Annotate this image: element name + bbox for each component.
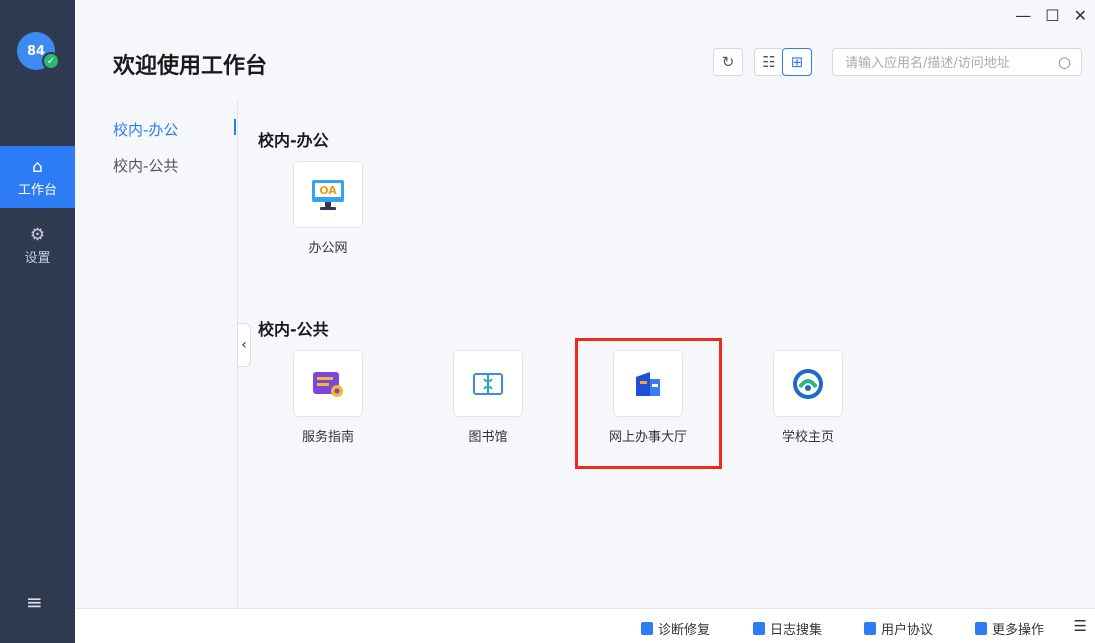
more-icon bbox=[975, 622, 987, 635]
search-input[interactable] bbox=[845, 53, 1045, 73]
app-tile[interactable] bbox=[293, 350, 363, 417]
service-guide-icon bbox=[313, 371, 343, 397]
rail-item-settings[interactable]: ⚙ 设置 bbox=[0, 214, 75, 276]
hamburger-menu-icon[interactable]: ≡ bbox=[26, 590, 48, 614]
home-icon: ⌂ bbox=[32, 156, 43, 177]
list-view-button[interactable]: ☷ bbox=[754, 48, 784, 76]
app-label: 办公网 bbox=[308, 241, 348, 256]
highlight-box bbox=[575, 338, 722, 469]
oa-monitor-icon: OA bbox=[312, 179, 344, 210]
bottom-item-label: 日志搜集 bbox=[770, 623, 823, 638]
bottom-item-label: 诊断修复 bbox=[658, 623, 711, 638]
app-tile[interactable]: OA bbox=[293, 161, 363, 228]
app-school-homepage[interactable]: 学校主页 bbox=[753, 350, 863, 445]
app-oa[interactable]: OA 办公网 bbox=[273, 161, 383, 256]
app-label: 学校主页 bbox=[781, 430, 834, 445]
rail-item-label: 设置 bbox=[24, 250, 51, 266]
bottom-item-label: 更多操作 bbox=[992, 623, 1045, 638]
library-book-icon bbox=[473, 372, 503, 395]
indent-menu-icon[interactable]: ☰ bbox=[1074, 617, 1087, 635]
svg-text:OA: OA bbox=[319, 184, 337, 197]
rail-item-label: 工作台 bbox=[17, 182, 57, 198]
active-category-indicator bbox=[234, 119, 236, 135]
bottom-bar: 诊断修复 日志搜集 用户协议 更多操作 ☰ bbox=[75, 608, 1095, 643]
page-title: 欢迎使用工作台 bbox=[113, 54, 268, 79]
app-label: 图书馆 bbox=[468, 430, 508, 445]
collect-logs-button[interactable]: 日志搜集 bbox=[753, 619, 822, 638]
app-tile[interactable] bbox=[773, 350, 843, 417]
window-controls: — ☐ ✕ bbox=[1015, 6, 1087, 25]
agreement-icon bbox=[864, 622, 876, 635]
grid-view-icon: ⊞ bbox=[790, 53, 804, 71]
app-tile[interactable] bbox=[453, 350, 523, 417]
list-view-icon: ☷ bbox=[762, 53, 776, 71]
refresh-button[interactable]: ↻ bbox=[713, 48, 743, 76]
section-title-office: 校内-办公 bbox=[258, 131, 329, 150]
grid-view-button[interactable]: ⊞ bbox=[782, 48, 812, 76]
left-rail: 84 ✓ ⌂ 工作台 ⚙ 设置 ≡ bbox=[0, 0, 75, 643]
user-agreement-button[interactable]: 用户协议 bbox=[864, 619, 933, 638]
collapse-sidebar-button[interactable]: ‹ bbox=[237, 323, 251, 367]
close-icon[interactable]: ✕ bbox=[1074, 6, 1087, 25]
app-service-guide[interactable]: 服务指南 bbox=[273, 350, 383, 445]
search-box: ○ bbox=[832, 48, 1082, 76]
medkit-icon bbox=[641, 622, 653, 635]
category-public[interactable]: 校内-公共 bbox=[113, 155, 178, 176]
refresh-icon: ↻ bbox=[721, 53, 735, 71]
category-office[interactable]: 校内-办公 bbox=[113, 119, 178, 140]
section-title-public: 校内-公共 bbox=[258, 320, 329, 339]
bottom-item-label: 用户协议 bbox=[881, 623, 934, 638]
app-library[interactable]: 图书馆 bbox=[433, 350, 543, 445]
minimize-icon[interactable]: — bbox=[1015, 6, 1031, 25]
school-logo-icon bbox=[793, 368, 823, 399]
online-status-icon: ✓ bbox=[42, 52, 60, 70]
diagnose-repair-button[interactable]: 诊断修复 bbox=[641, 619, 710, 638]
app-label: 服务指南 bbox=[301, 430, 354, 445]
rail-item-workbench[interactable]: ⌂ 工作台 bbox=[0, 146, 75, 208]
search-icon[interactable]: ○ bbox=[1058, 53, 1071, 71]
maximize-icon[interactable]: ☐ bbox=[1045, 6, 1059, 25]
gear-icon: ⚙ bbox=[29, 224, 46, 245]
more-actions-button[interactable]: 更多操作 bbox=[975, 619, 1044, 638]
document-icon bbox=[753, 622, 765, 635]
chevron-left-icon: ‹ bbox=[241, 337, 247, 353]
